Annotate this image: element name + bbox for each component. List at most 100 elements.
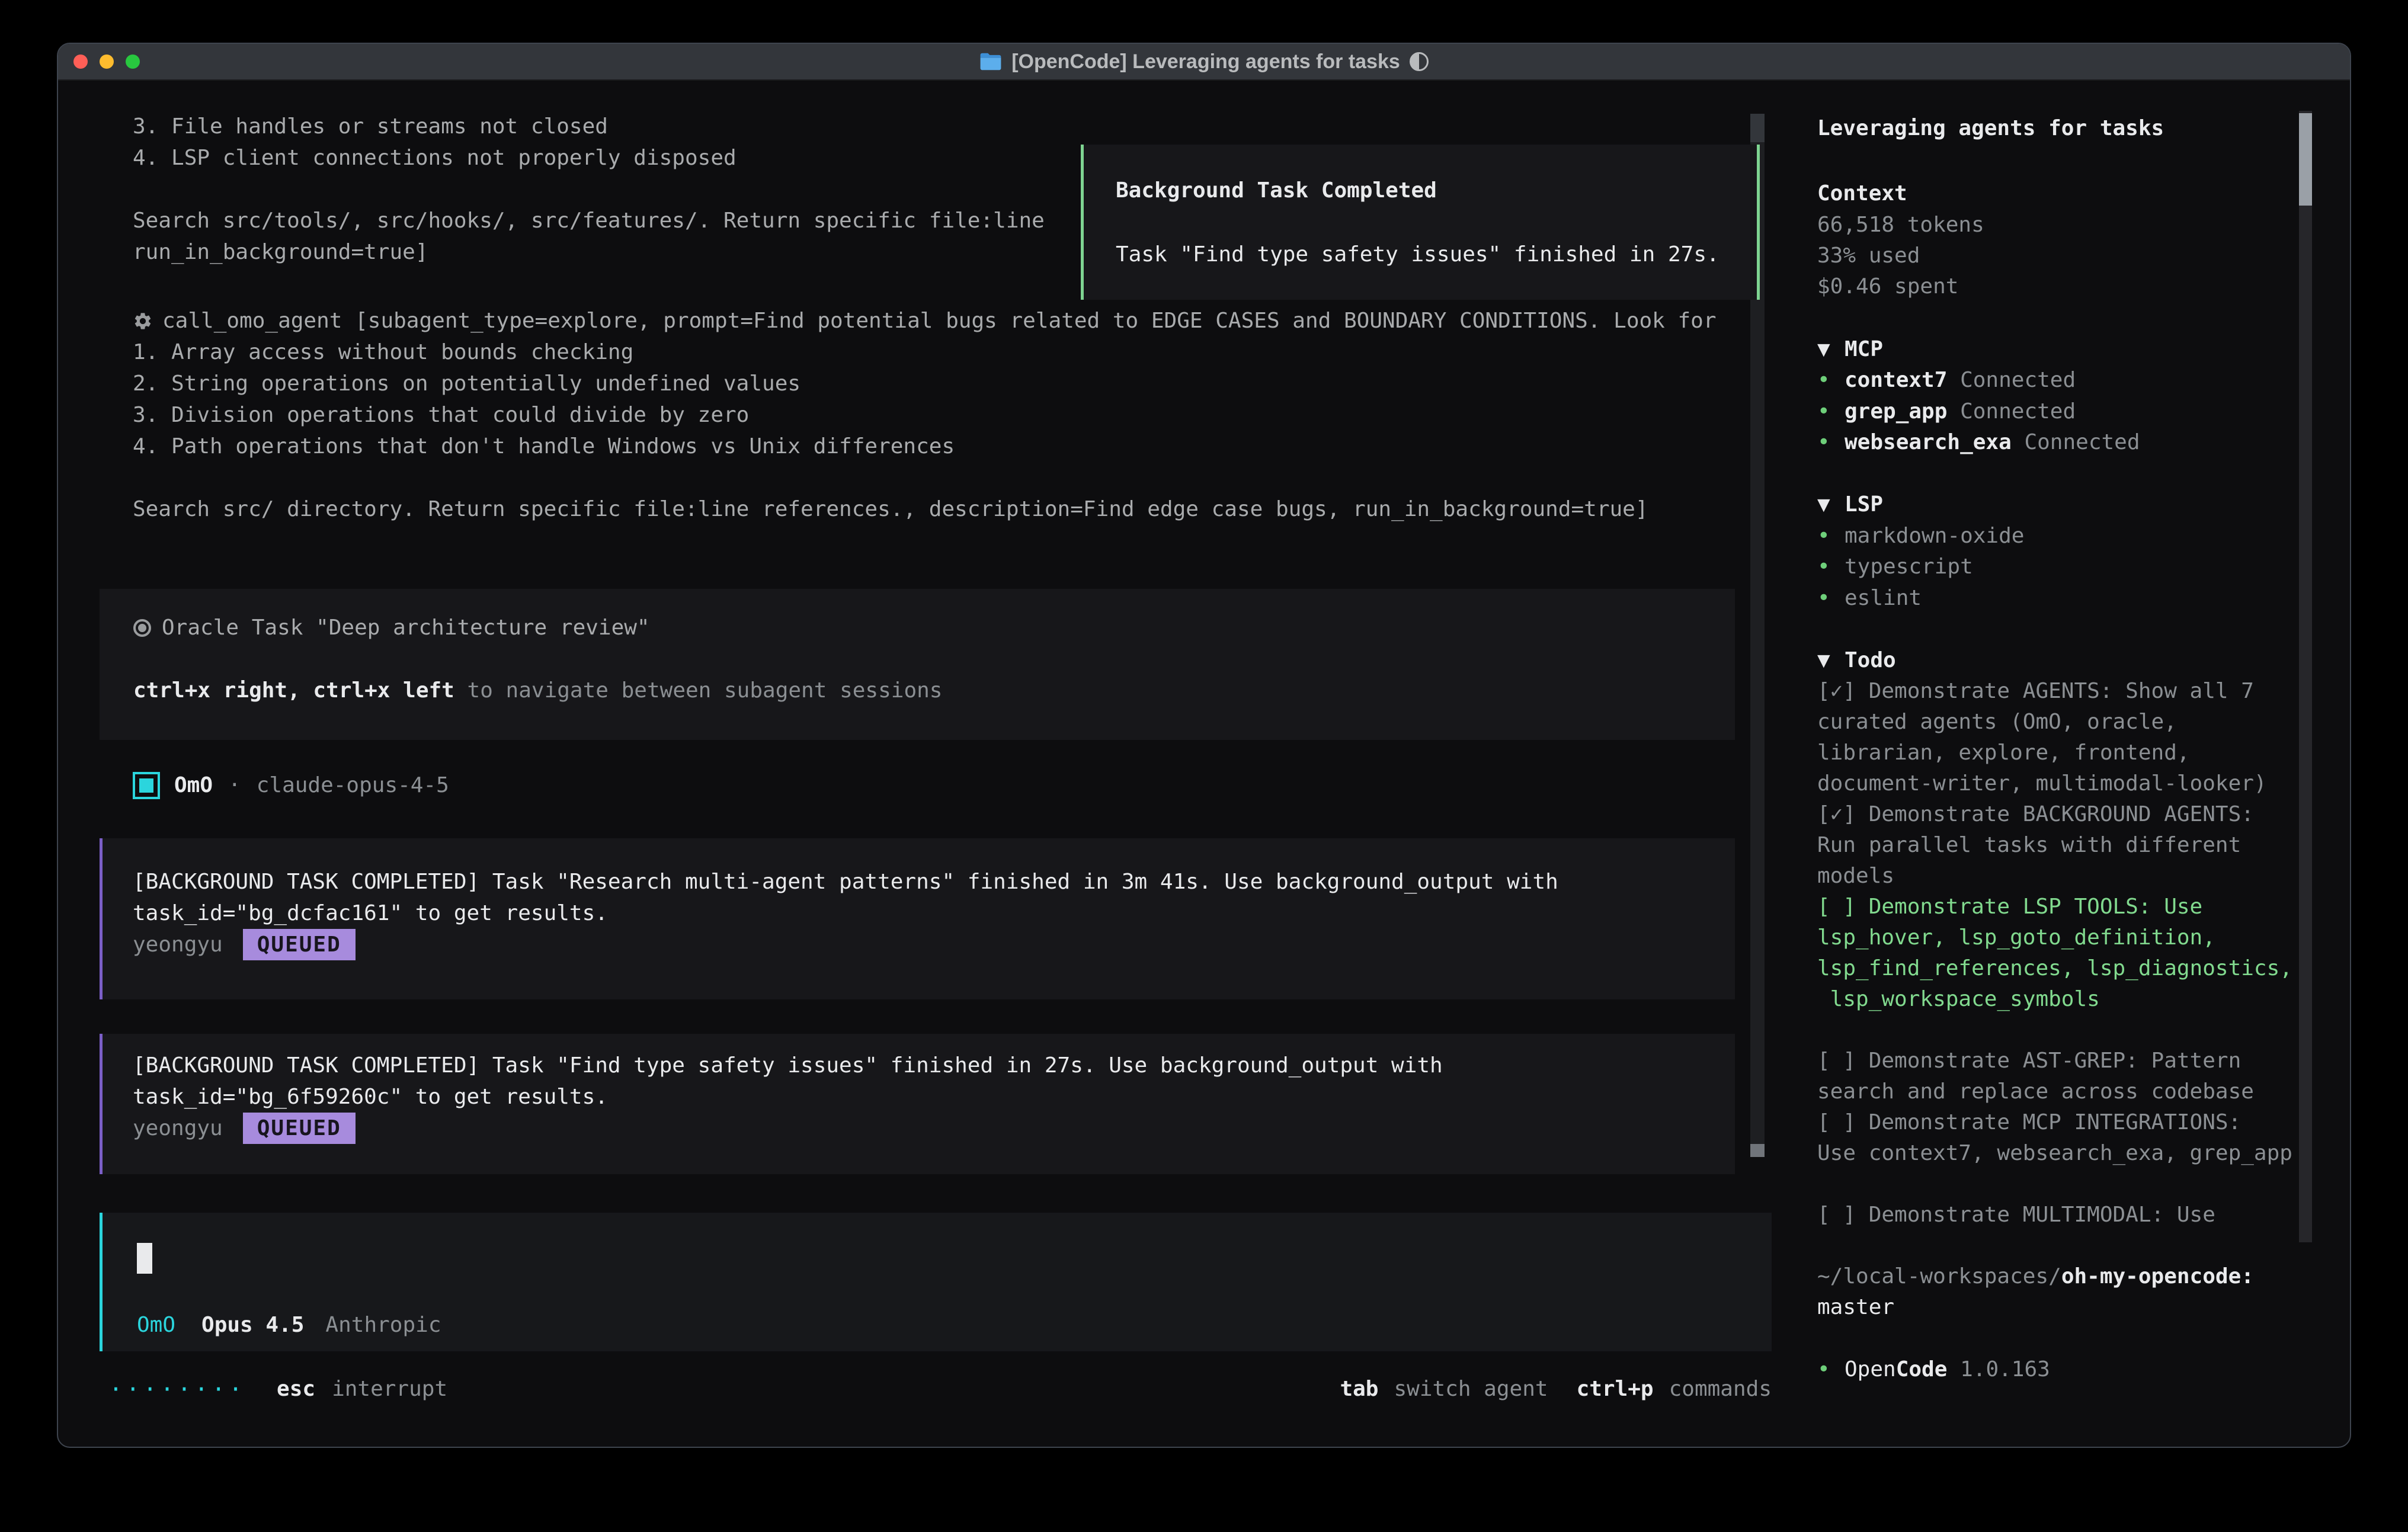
context-spent: $0.46 spent: [1817, 271, 1958, 302]
todo-line-active: [ ] Demonstrate LSP TOOLS: Use: [1817, 892, 2202, 922]
terminal-line: 1. Array access without bounds checking: [133, 337, 633, 368]
mcp-item-status-text: Connected: [1960, 399, 2076, 424]
folder-icon: [979, 52, 1002, 71]
input-provider-name: Anthropic: [325, 1310, 441, 1341]
mcp-item-status: [2012, 430, 2025, 454]
workspace-repo: oh-my-opencode:: [2061, 1264, 2254, 1289]
bullet-icon: •: [1817, 365, 1845, 396]
status-badge: QUEUED: [243, 1113, 356, 1144]
lsp-heading: LSP: [1845, 492, 1883, 517]
mcp-item-status: [1947, 368, 1960, 392]
todo-line: models: [1817, 861, 1894, 892]
terminal-line: 3. File handles or streams not closed: [133, 111, 608, 142]
input-model-name: Opus 4.5: [201, 1310, 304, 1341]
background-task-card: [BACKGROUND TASK COMPLETED] Task "Find t…: [100, 1034, 1735, 1174]
bullet-icon: •: [1817, 1354, 1845, 1385]
status-bar: ········ esc interrupt tab switch agent …: [109, 1373, 1772, 1405]
terminal-line: Search src/ directory. Return specific f…: [133, 494, 1648, 525]
minimize-button[interactable]: [100, 55, 114, 69]
separator-dot: ·: [228, 770, 241, 801]
bg-task-user: yeongyu: [133, 1113, 223, 1144]
sidebar-session-title: Leveraging agents for tasks: [1817, 113, 2164, 144]
agent-name: OmO: [174, 770, 213, 801]
chevron-down-icon: ▼: [1817, 489, 1845, 520]
window-title-group: [OpenCode] Leveraging agents for tasks: [979, 50, 1429, 73]
app-name-bold: Code: [1896, 1357, 1948, 1382]
bg-task-line1: [BACKGROUND TASK COMPLETED] Task "Find t…: [133, 1050, 1443, 1081]
mcp-item-name: context7: [1845, 368, 1947, 392]
commands-key-label: commands: [1669, 1377, 1772, 1401]
window-title: [OpenCode] Leveraging agents for tasks: [1011, 50, 1400, 73]
app-version-space: [1947, 1357, 1960, 1382]
terminal-line: 4. LSP client connections not properly d…: [133, 143, 737, 174]
bullet-icon: •: [1817, 552, 1845, 582]
terminal-line: run_in_background=true]: [133, 237, 428, 268]
oracle-hint-keys: ctrl+x right, ctrl+x left: [133, 678, 454, 703]
toast-title: Background Task Completed: [1116, 175, 1437, 206]
terminal-line: 2. String operations on potentially unde…: [133, 368, 800, 399]
toast-body: Task "Find type safety issues" finished …: [1116, 239, 1719, 270]
workspace-path-row: ~/local-workspaces/oh-my-opencode:: [1817, 1261, 2254, 1292]
mcp-item: •context7 Connected: [1817, 365, 2076, 396]
bullet-icon: •: [1817, 583, 1845, 614]
text-cursor: [137, 1243, 152, 1274]
chevron-down-icon: ▼: [1817, 334, 1845, 365]
todo-line: [ ] Demonstrate MCP INTEGRATIONS:: [1817, 1107, 2241, 1138]
app-name-regular: Open: [1845, 1357, 1896, 1382]
bg-task-line2: task_id="bg_6f59260c" to get results.: [133, 1082, 608, 1113]
todo-line: librarian, explore, frontend,: [1817, 738, 2190, 768]
oracle-task-panel: Oracle Task "Deep architecture review" c…: [100, 589, 1735, 740]
todo-line: Use context7, websearch_exa, grep_app: [1817, 1138, 2292, 1169]
close-button[interactable]: [73, 55, 88, 69]
background-task-toast: Background Task Completed Task "Find typ…: [1081, 145, 1760, 300]
mcp-item-name: grep_app: [1845, 399, 1947, 424]
main-scrollbar-thumb[interactable]: [1750, 1144, 1765, 1157]
traffic-lights: [73, 44, 140, 79]
bg-task-meta: yeongyu QUEUED: [133, 929, 356, 960]
todo-heading: Todo: [1845, 648, 1896, 672]
sidebar-section-lsp[interactable]: ▼LSP: [1817, 489, 1883, 520]
lsp-item: •eslint: [1817, 583, 1922, 614]
bg-task-line1: [BACKGROUND TASK COMPLETED] Task "Resear…: [133, 867, 1558, 898]
todo-line-active: lsp_hover, lsp_goto_definition,: [1817, 922, 2215, 953]
sidebar-section-todo[interactable]: ▼Todo: [1817, 645, 1896, 676]
lsp-item-name: typescript: [1845, 555, 1973, 579]
agent-session-row[interactable]: OmO · claude-opus-4-5: [133, 770, 449, 801]
prompt-input[interactable]: OmO Opus 4.5 Anthropic: [100, 1213, 1772, 1351]
mcp-item-status-text: Connected: [1960, 368, 2076, 392]
oracle-task-row: Oracle Task "Deep architecture review": [133, 613, 650, 643]
tool-call-row: call_omo_agent [subagent_type=explore, p…: [133, 306, 1717, 336]
agent-checkbox-icon: [133, 772, 160, 799]
tab-key-hint: tab: [1340, 1377, 1378, 1401]
terminal-line: Search src/tools/, src/hooks/, src/featu…: [133, 206, 1045, 236]
todo-line: Run parallel tasks with different: [1817, 830, 2241, 861]
bullet-icon: •: [1817, 427, 1845, 458]
tab-key-label: switch agent: [1394, 1377, 1548, 1401]
esc-key-hint: esc: [277, 1377, 315, 1401]
lsp-item-name: markdown-oxide: [1845, 524, 2024, 548]
zoom-button[interactable]: [126, 55, 140, 69]
commands-key-hint: ctrl+p: [1577, 1377, 1654, 1401]
todo-line: [✓] Demonstrate AGENTS: Show all 7: [1817, 676, 2254, 707]
oracle-task-label: Oracle Task "Deep architecture review": [162, 613, 650, 643]
lsp-item-name: eslint: [1845, 586, 1922, 610]
input-agent-name: OmO: [137, 1310, 175, 1341]
main-scrollbar-top-thumb[interactable]: [1750, 114, 1765, 142]
mcp-heading: MCP: [1845, 337, 1883, 361]
spinner-icon: ········: [109, 1376, 246, 1402]
titlebar[interactable]: [OpenCode] Leveraging agents for tasks: [58, 44, 2350, 81]
sidebar-scrollbar-thumb[interactable]: [2299, 113, 2312, 206]
mcp-item: •websearch_exa Connected: [1817, 427, 2140, 458]
workspace-path: ~/local-workspaces/: [1817, 1264, 2061, 1289]
version-row: •OpenCode 1.0.163: [1817, 1354, 2050, 1385]
context-tokens: 66,518 tokens: [1817, 210, 1984, 241]
chevron-down-icon: ▼: [1817, 645, 1845, 676]
sidebar-section-mcp[interactable]: ▼MCP: [1817, 334, 1883, 365]
sidebar-scrollbar[interactable]: [2299, 111, 2312, 1242]
app-window: [OpenCode] Leveraging agents for tasks 3…: [57, 43, 2351, 1448]
bg-task-meta: yeongyu QUEUED: [133, 1113, 356, 1144]
todo-line-active: lsp_workspace_symbols: [1817, 984, 2100, 1015]
mcp-item-name: websearch_exa: [1845, 430, 2012, 454]
todo-line: [ ] Demonstrate AST-GREP: Pattern: [1817, 1046, 2241, 1076]
context-used: 33% used: [1817, 241, 1920, 271]
